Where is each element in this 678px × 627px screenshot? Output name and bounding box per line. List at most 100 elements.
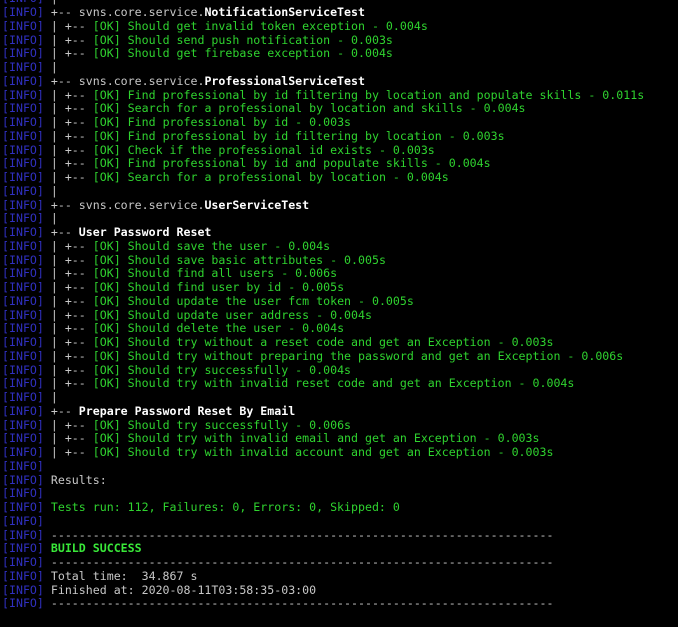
log-text: | +-- <box>44 129 93 143</box>
log-text: [OK] Should send push notification - 0.0… <box>93 33 393 47</box>
log-text: [OK] Find professional by id filtering b… <box>93 88 644 102</box>
console-line: [INFO] ---------------------------------… <box>2 529 644 543</box>
log-text: | +-- <box>44 294 93 308</box>
log-text: [OK] Should update the user fcm token - … <box>93 294 414 308</box>
console-line: [INFO] Tests run: 112, Failures: 0, Erro… <box>2 501 644 515</box>
log-level-tag: [INFO] <box>2 225 44 239</box>
log-level-tag: [INFO] <box>2 239 44 253</box>
log-text: +-- svns.core.service. <box>44 198 205 212</box>
log-text: ----------------------------------------… <box>44 528 554 542</box>
console-line: [INFO] | +-- [OK] Should send push notif… <box>2 34 644 48</box>
console-line: [INFO] | <box>2 212 644 226</box>
console-line: [INFO] | +-- [OK] Should update the user… <box>2 295 644 309</box>
log-text: | +-- <box>44 431 93 445</box>
terminal-window: [INFO] | [INFO] +-- svns.core.service.Not… <box>0 0 678 627</box>
log-text: +-- <box>44 225 79 239</box>
console-line: [INFO] | <box>2 185 644 199</box>
console-line: [INFO] +-- User Password Reset <box>2 226 644 240</box>
log-level-tag: [INFO] <box>2 390 44 404</box>
console-line: [INFO] | +-- [OK] Find professional by i… <box>2 130 644 144</box>
log-level-tag: [INFO] <box>2 596 44 610</box>
log-text: | +-- <box>44 266 93 280</box>
console-line: [INFO] | +-- [OK] Should save basic attr… <box>2 254 644 268</box>
console-line: [INFO] | +-- [OK] Should delete the user… <box>2 322 644 336</box>
log-text: [OK] Should get firebase exception - 0.0… <box>93 46 393 60</box>
console-output[interactable]: [INFO] | [INFO] +-- svns.core.service.Not… <box>2 0 644 611</box>
log-level-tag: [INFO] <box>2 363 44 377</box>
console-line: [INFO] Finished at: 2020-08-11T03:58:35-… <box>2 584 644 598</box>
console-line: [INFO] | +-- [OK] Search for a professio… <box>2 102 644 116</box>
log-level-tag: [INFO] <box>2 404 44 418</box>
log-level-tag: [INFO] <box>2 129 44 143</box>
console-line: [INFO] | +-- [OK] Should try successfull… <box>2 364 644 378</box>
log-text: | +-- <box>44 253 93 267</box>
console-line: [INFO] Results: <box>2 474 644 488</box>
log-text: [OK] Check if the professional id exists… <box>93 143 435 157</box>
log-text: BUILD SUCCESS <box>44 541 142 555</box>
console-line: [INFO] ---------------------------------… <box>2 556 644 570</box>
log-text: [OK] Find professional by id filtering b… <box>93 129 505 143</box>
log-level-tag: [INFO] <box>2 46 44 60</box>
log-text: [OK] Should try with invalid account and… <box>93 445 554 459</box>
log-text: | +-- <box>44 143 93 157</box>
log-text: [OK] Should try with invalid email and g… <box>93 431 540 445</box>
console-line: [INFO] | +-- [OK] Should try with invali… <box>2 446 644 460</box>
log-text: | +-- <box>44 335 93 349</box>
console-line: [INFO] | +-- [OK] Should try with invali… <box>2 432 644 446</box>
log-text: ----------------------------------------… <box>44 596 554 610</box>
log-level-tag: [INFO] <box>2 184 44 198</box>
console-line: [INFO] | +-- [OK] Should get firebase ex… <box>2 47 644 61</box>
log-text: +-- svns.core.service. <box>44 5 205 19</box>
console-line: [INFO] | +-- [OK] Should save the user -… <box>2 240 644 254</box>
log-level-tag: [INFO] <box>2 5 44 19</box>
log-text: | +-- <box>44 376 93 390</box>
console-line: [INFO] | +-- [OK] Should try without pre… <box>2 350 644 364</box>
log-level-tag: [INFO] <box>2 253 44 267</box>
log-level-tag: [INFO] <box>2 280 44 294</box>
console-line: [INFO] | +-- [OK] Should get invalid tok… <box>2 20 644 34</box>
log-text: [OK] Should get invalid token exception … <box>93 19 428 33</box>
log-text: [OK] Should try without a reset code and… <box>93 335 554 349</box>
log-level-tag: [INFO] <box>2 19 44 33</box>
console-line: [INFO] | <box>2 61 644 75</box>
console-line: [INFO] ---------------------------------… <box>2 597 644 611</box>
console-line: [INFO] BUILD SUCCESS <box>2 542 644 556</box>
log-text: User Password Reset <box>79 225 212 239</box>
log-text: | +-- <box>44 88 93 102</box>
console-line: [INFO] | +-- [OK] Find professional by i… <box>2 89 644 103</box>
log-level-tag: [INFO] <box>2 294 44 308</box>
log-text: | +-- <box>44 280 93 294</box>
log-level-tag: [INFO] <box>2 473 44 487</box>
log-level-tag: [INFO] <box>2 198 44 212</box>
log-level-tag: [INFO] <box>2 431 44 445</box>
log-text: UserServiceTest <box>204 198 309 212</box>
log-level-tag: [INFO] <box>2 541 44 555</box>
log-level-tag: [INFO] <box>2 349 44 363</box>
log-text: | +-- <box>44 19 93 33</box>
console-line: [INFO] | +-- [OK] Find professional by i… <box>2 157 644 171</box>
log-level-tag: [INFO] <box>2 143 44 157</box>
log-level-tag: [INFO] <box>2 321 44 335</box>
log-level-tag: [INFO] <box>2 170 44 184</box>
log-level-tag: [INFO] <box>2 514 44 528</box>
console-line: [INFO] <box>2 460 644 474</box>
log-text: | <box>44 390 58 404</box>
log-text: [OK] Should save the user - 0.004s <box>93 239 330 253</box>
log-text: [OK] Search for a professional by locati… <box>93 101 526 115</box>
console-line: [INFO] | +-- [OK] Should try without a r… <box>2 336 644 350</box>
log-level-tag: [INFO] <box>2 418 44 432</box>
log-level-tag: [INFO] <box>2 500 44 514</box>
log-level-tag: [INFO] <box>2 459 44 473</box>
log-level-tag: [INFO] <box>2 60 44 74</box>
log-level-tag: [INFO] <box>2 266 44 280</box>
log-level-tag: [INFO] <box>2 569 44 583</box>
log-text: Prepare Password Reset By Email <box>79 404 295 418</box>
log-text: ProfessionalServiceTest <box>204 74 365 88</box>
log-text: | <box>44 60 58 74</box>
log-text: | +-- <box>44 239 93 253</box>
log-level-tag: [INFO] <box>2 528 44 542</box>
log-level-tag: [INFO] <box>2 156 44 170</box>
console-line: [INFO] +-- svns.core.service.Notificatio… <box>2 6 644 20</box>
log-text: Finished at: 2020-08-11T03:58:35-03:00 <box>44 583 316 597</box>
console-line: [INFO] <box>2 515 644 529</box>
